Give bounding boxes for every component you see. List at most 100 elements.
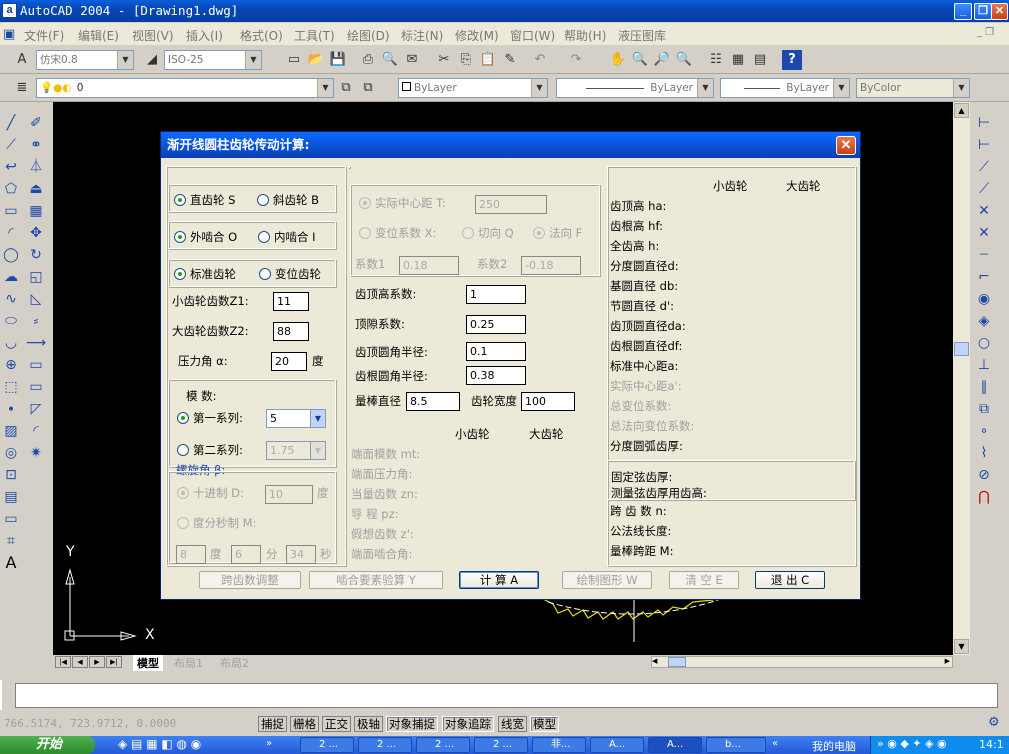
taskbar-item[interactable]: A... [590,737,644,753]
series2-radio[interactable] [177,444,189,456]
rotate-icon[interactable]: ↻ [26,245,46,265]
break-at-point-icon[interactable]: ▭ [26,377,46,397]
menu-draw[interactable]: 绘图(D) [347,27,390,44]
menu-tools[interactable]: 工具(T) [294,27,335,44]
polyline-icon[interactable]: ↩ [1,157,21,177]
parallel-icon[interactable]: ∥ [974,377,994,397]
restore-button[interactable]: ❐ [974,3,992,20]
taskbar-item[interactable]: 2 ... [358,737,412,753]
spur-radio[interactable] [174,194,186,206]
taskbar-item[interactable]: 非... [532,737,586,753]
cut-icon[interactable]: ✂ [434,50,454,70]
menu-modify[interactable]: 修改(M) [455,27,499,44]
erase-icon[interactable]: ✐ [26,113,46,133]
tab-layout1[interactable]: 布局1 [174,655,203,671]
next-tab-icon[interactable]: ▶ [89,656,105,668]
dim-ordinate-icon[interactable]: ⟋ [974,157,994,177]
mesh-check-button[interactable]: 啮合要素验算 Y [309,571,443,589]
polygon-icon[interactable]: ⬠ [1,179,21,199]
shifted-radio[interactable] [259,268,271,280]
arc-icon[interactable]: ◜ [1,223,21,243]
tab-model[interactable]: 模型 [133,655,163,671]
design-center-icon[interactable]: ▦ [728,50,748,70]
ellipse-arc-icon[interactable]: ◡ [1,333,21,353]
lineweight-select[interactable]: ByLayer ▼ [720,78,850,98]
print-icon[interactable]: ⎙ [358,50,378,70]
trim-icon[interactable]: ⸗ [26,311,46,331]
scroll-thumb[interactable] [954,342,969,356]
model-space-button[interactable]: 模型 [530,716,559,732]
quicklaunch-icons[interactable]: ◈ ▤ ▦ ◧ ◍ ◉ [118,737,201,751]
root-radius-input[interactable]: 0.38 [466,366,526,385]
calculate-button[interactable]: 计 算 A [459,571,539,589]
osnap-settings-icon[interactable]: ⋂ [974,487,994,507]
face-width-input[interactable]: 100 [521,392,575,411]
pressure-angle-input[interactable]: 20 [271,352,307,371]
paste-icon[interactable]: 📋 [478,50,498,70]
undo-icon[interactable]: ↶ [530,50,550,70]
menu-window[interactable]: 窗口(W) [510,27,555,44]
last-tab-icon[interactable]: ▶| [106,656,122,668]
snap-from-icon[interactable]: ⌐ [974,267,994,287]
chamfer-icon[interactable]: ◸ [26,399,46,419]
save-icon[interactable]: 💾 [328,50,348,70]
fillet-icon[interactable]: ◜ [26,421,46,441]
new-icon[interactable]: ▭ [284,50,304,70]
polar-button[interactable]: 极轴 [354,716,383,732]
helical-radio[interactable] [257,194,269,206]
menu-hydraulic[interactable]: 液压图库 [618,27,666,44]
apparent-intersection-icon[interactable]: ✕ [974,223,994,243]
line-icon[interactable]: ╱ [1,113,21,133]
make-block-icon[interactable]: ⬚ [1,377,21,397]
array-icon[interactable]: ▦ [26,201,46,221]
menu-file[interactable]: 文件(F) [24,27,64,44]
spline-icon[interactable]: ∿ [1,289,21,309]
linetype-select[interactable]: ByLayer ▼ [556,78,714,98]
my-computer-label[interactable]: 我的电脑 [812,738,856,754]
taskbar-item[interactable]: b... [706,737,766,753]
tangent-icon[interactable]: ○ [974,333,994,353]
open-icon[interactable]: 📂 [306,50,326,70]
dms-radio[interactable] [177,517,189,529]
tip-radius-input[interactable]: 0.1 [466,342,526,361]
publish-icon[interactable]: ✉ [402,50,422,70]
shift-coef-radio[interactable] [359,227,371,239]
color-select[interactable]: ByLayer ▼ [398,78,548,98]
rectangle-icon[interactable]: ▭ [1,201,21,221]
dialog-close-button[interactable]: ✕ [836,136,856,155]
internal-radio[interactable] [258,231,270,243]
grid-button[interactable]: 栅格 [290,716,319,732]
addendum-coef-input[interactable]: 1 [466,285,526,304]
point-icon[interactable]: ∙ [1,399,21,419]
scroll-up-icon[interactable]: ▲ [954,103,969,118]
menu-view[interactable]: 视图(V) [132,27,174,44]
z1-input[interactable]: 11 [273,292,309,311]
series1-radio[interactable] [177,412,189,424]
menu-dimension[interactable]: 标注(N) [401,27,443,44]
rod-dia-input[interactable]: 8.5 [406,392,460,411]
quadrant-icon[interactable]: ◈ [974,311,994,331]
layer-manager-icon[interactable]: ≣ [12,78,32,98]
scroll-right-icon[interactable]: ▶ [945,657,950,665]
hatch-icon[interactable]: ▨ [1,421,21,441]
copy-icon[interactable]: ⎘ [456,50,476,70]
taskbar-item-active[interactable]: A... [648,737,702,753]
scale-icon[interactable]: ◱ [26,267,46,287]
ortho-button[interactable]: 正交 [322,716,351,732]
first-tab-icon[interactable]: |◀ [55,656,71,668]
menu-format[interactable]: 格式(O) [240,27,283,44]
help-icon[interactable]: ? [782,50,802,70]
matchprop-icon[interactable]: ✎ [500,50,520,70]
dim-linear-icon[interactable]: ⊢ [974,113,994,133]
minimize-button[interactable]: _ [954,3,972,20]
zoom-previous-icon[interactable]: 🔍 [674,50,694,70]
lineweight-button[interactable]: 线宽 [498,716,527,732]
command-line[interactable] [15,683,998,708]
break-icon[interactable]: ▭ [26,355,46,375]
clear-button[interactable]: 清 空 E [669,571,739,589]
layer-previous-icon[interactable]: ⧉ [358,78,378,98]
center-snap-icon[interactable]: ◉ [974,289,994,309]
stretch-icon[interactable]: ◺ [26,289,46,309]
nearest-icon[interactable]: ⌇ [974,443,994,463]
actual-center-radio[interactable] [359,197,371,209]
